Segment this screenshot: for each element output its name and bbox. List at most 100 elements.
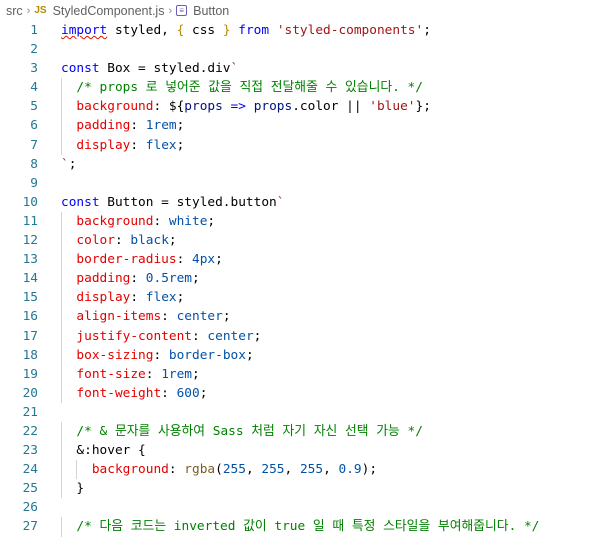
code-token: css <box>184 23 223 38</box>
code-token: ; <box>215 252 223 268</box>
breadcrumb: src › JS StyledComponent.js › ≡ Button <box>0 0 600 21</box>
line-number: 25 <box>22 481 38 497</box>
breadcrumb-folder[interactable]: src <box>6 4 23 18</box>
line-number: 14 <box>22 271 38 287</box>
line-code: } <box>38 479 84 499</box>
code-token: : <box>153 347 169 363</box>
code-token: background <box>76 99 154 115</box>
code-token: color <box>76 233 115 249</box>
code-token: 0.5rem <box>145 271 193 287</box>
code-line[interactable]: 5 background: ${props => props.color || … <box>0 97 600 117</box>
code-line[interactable]: 25 } <box>0 479 600 499</box>
code-line[interactable]: 7 display: flex; <box>0 135 600 155</box>
code-line[interactable]: 6 padding: 1rem; <box>0 116 600 136</box>
line-code: justify-content: center; <box>38 326 262 346</box>
code-line[interactable]: 24 background: rgba(255, 255, 255, 0.9); <box>0 460 600 480</box>
line-code: const Box = styled.div` <box>38 59 238 78</box>
code-line[interactable]: 18 box-sizing: border-box; <box>0 345 600 365</box>
line-number: 21 <box>22 404 38 420</box>
code-token: 'blue' <box>369 99 416 115</box>
code-line[interactable]: 4 /* props 로 넣어준 값을 직접 전달해줄 수 있습니다. */ <box>0 78 600 98</box>
line-code: color: black; <box>38 231 177 251</box>
line-number: 8 <box>30 156 38 172</box>
line-code: import styled, { css } from 'styled-comp… <box>38 21 431 40</box>
code-line[interactable]: 9 <box>0 174 600 193</box>
code-line[interactable]: 27 /* 다음 코드는 inverted 값이 true 일 때 특정 스타일… <box>0 517 600 537</box>
code-token: : ${ <box>153 99 185 115</box>
breadcrumb-file[interactable]: StyledComponent.js <box>53 4 165 18</box>
code-token: display <box>76 137 131 153</box>
code-line[interactable]: 10 const Button = styled.button` <box>0 193 600 212</box>
code-token: Box = styled.div <box>99 61 231 77</box>
code-token: ( <box>215 462 223 478</box>
code-line[interactable]: 21 <box>0 403 600 422</box>
line-code: /* props 로 넣어준 값을 직접 전달해줄 수 있습니다. */ <box>38 78 423 98</box>
indent-guide <box>61 116 62 136</box>
indent-guide <box>61 250 62 270</box>
code-token: 255 <box>299 462 324 478</box>
code-editor[interactable]: 1 import styled, { css } from 'styled-com… <box>0 21 600 537</box>
code-token: black <box>130 233 169 249</box>
code-token: }; <box>415 99 431 115</box>
indent-guide <box>61 383 62 403</box>
line-number: 10 <box>22 194 38 210</box>
code-token: flex <box>145 290 177 306</box>
line-code: &:hover { <box>38 441 146 461</box>
code-token: ; <box>253 328 262 344</box>
code-token: white <box>168 213 208 229</box>
code-token: ; <box>168 233 177 249</box>
code-line[interactable]: 14 padding: 0.5rem; <box>0 269 600 289</box>
code-line[interactable]: 13 border-radius: 4px; <box>0 250 600 270</box>
line-number: 11 <box>22 213 38 229</box>
line-code: padding: 0.5rem; <box>38 269 200 289</box>
line-number: 2 <box>30 42 38 58</box>
code-token: ; <box>176 137 185 153</box>
code-line[interactable]: 3 const Box = styled.div` <box>0 59 600 78</box>
chevron-right-icon: › <box>168 4 173 17</box>
code-token: : <box>114 233 131 249</box>
code-line[interactable]: 16 align-items: center; <box>0 307 600 327</box>
code-line[interactable]: 20 font-weight: 600; <box>0 383 600 403</box>
code-line[interactable]: 11 background: white; <box>0 211 600 232</box>
code-token: const <box>61 61 100 77</box>
code-token: Button = styled.button <box>99 194 277 210</box>
code-line[interactable]: 2 <box>0 40 600 59</box>
code-token: ` <box>230 61 239 77</box>
indent-guide <box>61 97 62 117</box>
code-token: ; <box>176 290 185 306</box>
indent-guide <box>61 326 62 346</box>
code-token: from <box>238 23 270 38</box>
code-line[interactable]: 26 <box>0 498 600 517</box>
line-code: /* 다음 코드는 inverted 값이 true 일 때 특정 스타일을 부… <box>38 517 539 537</box>
line-code: font-weight: 600; <box>38 383 207 403</box>
code-line[interactable]: 12 color: black; <box>0 231 600 251</box>
indent-guide <box>61 441 62 461</box>
code-token: 0.9 <box>338 462 362 478</box>
code-token: /* props 로 넣어준 값을 직접 전달해줄 수 있습니다. */ <box>76 80 423 96</box>
code-line[interactable]: 15 display: flex; <box>0 288 600 308</box>
code-token: , <box>284 462 300 478</box>
code-token: font-weight <box>76 385 162 401</box>
indent-guide <box>61 460 62 480</box>
line-number: 18 <box>22 347 38 363</box>
code-token: &:hover { <box>76 443 146 459</box>
line-number: 17 <box>22 328 38 344</box>
code-line[interactable]: 8 `; <box>0 155 600 174</box>
code-line[interactable]: 17 justify-content: center; <box>0 326 600 346</box>
code-token: justify-content <box>76 328 192 344</box>
code-token: const <box>61 194 100 210</box>
line-code: display: flex; <box>38 135 185 155</box>
code-line[interactable]: 1 import styled, { css } from 'styled-com… <box>0 21 600 40</box>
line-code: padding: 1rem; <box>38 116 185 136</box>
indent-guide <box>61 307 62 327</box>
code-token: : <box>176 252 193 268</box>
code-token: 4px <box>192 252 216 268</box>
code-token: ; <box>176 118 185 134</box>
code-line[interactable]: 22 /* & 문자를 사용하여 Sass 처럼 자기 자신 선택 가능 */ <box>0 421 600 442</box>
code-line[interactable]: 23 &:hover { <box>0 441 600 461</box>
code-token: border-radius <box>76 252 177 268</box>
line-number: 19 <box>22 366 38 382</box>
breadcrumb-symbol[interactable]: Button <box>193 4 229 18</box>
code-line[interactable]: 19 font-size: 1rem; <box>0 364 600 384</box>
